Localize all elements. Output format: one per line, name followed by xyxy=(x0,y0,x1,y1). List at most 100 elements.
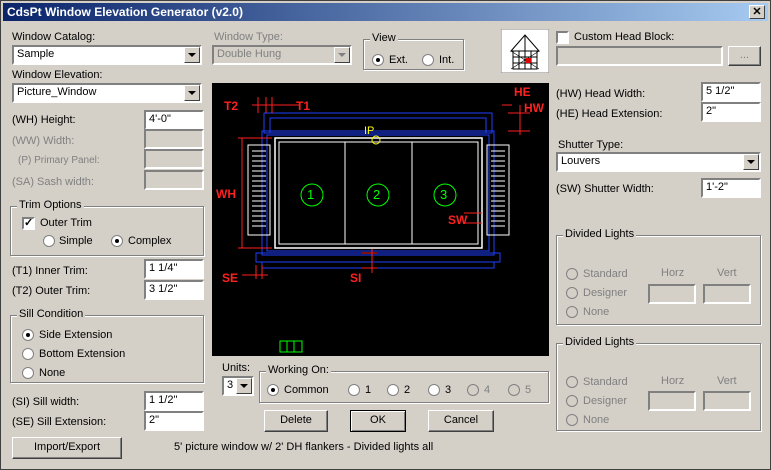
status-text: 5' picture window w/ 2' DH flankers - Di… xyxy=(174,441,434,453)
simple-radio[interactable] xyxy=(43,235,55,247)
outer-trim-field[interactable]: 3 1/2" xyxy=(144,280,204,300)
view-int-label: Int. xyxy=(439,54,455,66)
side-extension-radio[interactable] xyxy=(22,329,34,341)
chevron-down-icon[interactable] xyxy=(236,378,252,394)
sill-extension-label: (SE) Sill Extension: xyxy=(12,416,107,428)
custom-head-field xyxy=(556,46,723,66)
working-1-radio[interactable] xyxy=(348,384,360,396)
view-title: View xyxy=(370,32,398,44)
head-width-field[interactable]: 5 1/2" xyxy=(701,82,761,102)
ok-button[interactable]: OK xyxy=(350,410,406,432)
close-icon[interactable]: ✕ xyxy=(752,6,761,18)
sill-width-label: (SI) Sill width: xyxy=(12,396,80,408)
head-extension-label: (HE) Head Extension: xyxy=(556,108,663,120)
sash-width-field xyxy=(144,170,204,190)
working-3-radio[interactable] xyxy=(428,384,440,396)
dl2-vert-field xyxy=(703,391,751,411)
working-2-radio[interactable] xyxy=(387,384,399,396)
units-select[interactable]: 3 xyxy=(222,376,254,396)
working-4-radio xyxy=(467,384,479,396)
custom-head-checkbox[interactable] xyxy=(556,31,569,44)
sill-extension-field[interactable]: 2" xyxy=(144,411,204,431)
window-catalog-value: Sample xyxy=(17,48,55,60)
sill-none-radio[interactable] xyxy=(22,367,34,379)
units-label: Units: xyxy=(222,362,251,374)
working-5-radio xyxy=(508,384,520,396)
working-5-label: 5 xyxy=(525,384,532,396)
view-ext-label: Ext. xyxy=(389,54,408,66)
units-value: 3 xyxy=(227,379,234,391)
outer-trim-field-label: (T2) Outer Trim: xyxy=(12,285,91,297)
shutter-width-label: (SW) Shutter Width: xyxy=(556,183,654,195)
height-field[interactable]: 4'-0" xyxy=(144,110,204,130)
close-button[interactable]: ✕ xyxy=(749,5,765,19)
width-label: (WW) Width: xyxy=(12,135,75,147)
complex-radio[interactable] xyxy=(111,235,123,247)
dl1-none-radio xyxy=(566,306,578,318)
dl2-standard-radio xyxy=(566,376,578,388)
chevron-down-icon[interactable] xyxy=(184,47,200,63)
head-width-label: (HW) Head Width: xyxy=(556,88,646,100)
panel-number-2: 2 xyxy=(373,187,381,202)
chevron-down-icon[interactable] xyxy=(184,85,200,101)
browse-button: ... xyxy=(728,46,761,66)
head-extension-field[interactable]: 2" xyxy=(701,102,761,122)
dim-label-si: SI xyxy=(350,271,362,285)
dl1-horz-label: Horz xyxy=(661,267,685,279)
dl2-none-radio xyxy=(566,414,578,426)
bottom-extension-radio[interactable] xyxy=(22,348,34,360)
sash-width-label: (SA) Sash width: xyxy=(12,176,94,188)
view-int-radio[interactable] xyxy=(422,54,434,66)
window-elevation-value: Picture_Window xyxy=(17,86,97,98)
sill-width-field[interactable]: 1 1/2" xyxy=(144,391,204,411)
simple-label: Simple xyxy=(59,235,93,247)
app-logo xyxy=(501,29,549,73)
delete-button[interactable]: Delete xyxy=(264,410,328,432)
inner-trim-field[interactable]: 1 1/4" xyxy=(144,259,204,279)
working-1-label: 1 xyxy=(365,384,372,396)
working-on-title: Working On: xyxy=(266,364,331,376)
dl1-horz-field xyxy=(648,284,696,304)
dim-label-t1: T1 xyxy=(296,99,311,113)
dl1-vert-label: Vert xyxy=(717,267,737,279)
window-elevation-select[interactable]: Picture_Window xyxy=(12,83,202,103)
view-ext-radio[interactable] xyxy=(372,54,384,66)
elevation-preview: T2 T1 HE HW IP WH SW SE SI 1 2 3 xyxy=(212,83,549,356)
cancel-button[interactable]: Cancel xyxy=(428,410,494,432)
complex-label: Complex xyxy=(128,235,172,247)
import-export-button[interactable]: Import/Export xyxy=(12,437,122,459)
height-label: (WH) Height: xyxy=(12,114,76,126)
dl1-none-label: None xyxy=(583,306,610,318)
shutter-type-select[interactable]: Louvers xyxy=(556,152,761,172)
working-common-radio[interactable] xyxy=(267,384,279,396)
dl1-vert-field xyxy=(703,284,751,304)
dl2-designer-radio xyxy=(566,395,578,407)
dl2-vert-label: Vert xyxy=(717,375,737,387)
primary-panel-field xyxy=(144,149,204,169)
shutter-width-field[interactable]: 1'-2" xyxy=(701,178,761,198)
shutter-type-value: Louvers xyxy=(561,155,601,167)
window-type-label: Window Type: xyxy=(214,31,283,43)
window-type-select: Double Hung xyxy=(212,45,352,65)
window-catalog-select[interactable]: Sample xyxy=(12,45,202,65)
divided-lights-title-2: Divided Lights xyxy=(563,336,637,348)
dl2-horz-field xyxy=(648,391,696,411)
chevron-down-icon[interactable] xyxy=(743,154,759,170)
divided-lights-title-1: Divided Lights xyxy=(563,228,637,240)
inner-trim-label: (T1) Inner Trim: xyxy=(12,265,88,277)
trim-options-group: Trim Options xyxy=(10,199,204,256)
outer-trim-checkbox[interactable]: ✓ xyxy=(22,217,35,230)
dim-label-wh: WH xyxy=(216,187,236,201)
side-extension-label: Side Extension xyxy=(39,329,113,341)
width-field xyxy=(144,129,204,149)
window-title: CdsPt Window Elevation Generator (v2.0) xyxy=(7,5,243,19)
working-2-label: 2 xyxy=(404,384,411,396)
working-3-label: 3 xyxy=(445,384,452,396)
outer-trim-label: Outer Trim xyxy=(40,217,92,229)
dl2-none-label: None xyxy=(583,414,610,426)
dl2-designer-label: Designer xyxy=(583,395,628,407)
dialog-window: CdsPt Window Elevation Generator (v2.0) … xyxy=(0,0,771,470)
dim-label-t2: T2 xyxy=(224,99,239,113)
dim-label-hw: HW xyxy=(524,101,544,115)
shutter-type-label: Shutter Type: xyxy=(558,139,624,151)
